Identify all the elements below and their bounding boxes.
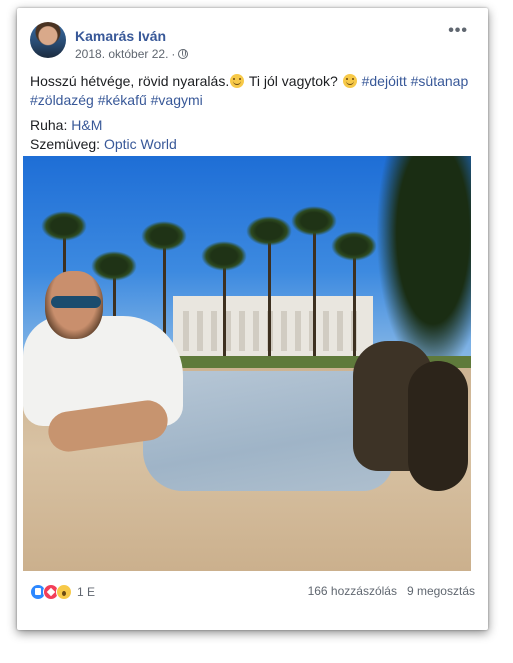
post-text-part1: Hosszú hétvége, rövid nyaralás. xyxy=(30,73,230,89)
palm-frond xyxy=(41,211,87,241)
post-card: Kamarás Iván 2018. október 22. · ••• Hos… xyxy=(17,8,488,630)
palm-frond xyxy=(331,231,377,261)
clothes-label: Ruha: xyxy=(30,117,68,133)
author-avatar[interactable] xyxy=(30,22,66,58)
wow-reaction-icon xyxy=(56,584,72,600)
reactions-summary[interactable]: 1 E xyxy=(30,584,95,600)
photo-sunglasses xyxy=(51,296,101,308)
palm-frond xyxy=(291,206,337,236)
reaction-count[interactable]: 1 E xyxy=(77,585,95,599)
palm-frond xyxy=(246,216,292,246)
meta-separator: · xyxy=(171,47,176,61)
palm-trunk xyxy=(313,221,316,376)
post-text: Hosszú hétvége, rövid nyaralás. Ti jól v… xyxy=(30,72,470,154)
smile-emoji-icon xyxy=(342,74,357,88)
more-options-icon[interactable]: ••• xyxy=(448,23,468,39)
post-footer: 1 E 166 hozzászólás 9 megosztás xyxy=(30,584,475,602)
glasses-link[interactable]: Optic World xyxy=(104,136,177,152)
hashtag-group-2[interactable]: #zöldazég #kékafű #vagymi xyxy=(30,92,203,108)
smile-emoji-icon xyxy=(230,74,245,88)
clothes-line: Ruha: H&M xyxy=(30,116,470,135)
post-text-line2: #zöldazég #kékafű #vagymi xyxy=(30,91,470,110)
photo-boot xyxy=(408,361,468,491)
globe-icon xyxy=(178,49,189,59)
post-meta: 2018. október 22. · xyxy=(75,47,189,61)
hashtag-group-1[interactable]: #dejóitt #sütanap xyxy=(362,73,469,89)
post-text-part2: Ti jól vagytok? xyxy=(245,73,338,89)
post-photo[interactable] xyxy=(23,156,471,571)
shares-count[interactable]: 9 megosztás xyxy=(407,584,475,598)
glasses-label: Szemüveg: xyxy=(30,136,101,152)
palm-trunk xyxy=(268,231,271,376)
palm-frond xyxy=(201,241,247,271)
palm-frond xyxy=(141,221,187,251)
post-stats: 166 hozzászólás 9 megosztás xyxy=(308,584,475,598)
glasses-line: Szemüveg: Optic World xyxy=(30,135,470,154)
comments-count[interactable]: 166 hozzászólás xyxy=(308,584,397,598)
post-text-line1: Hosszú hétvége, rövid nyaralás. Ti jól v… xyxy=(30,72,470,91)
clothes-link[interactable]: H&M xyxy=(71,117,102,133)
author-name[interactable]: Kamarás Iván xyxy=(75,28,166,44)
palm-frond xyxy=(91,251,137,281)
post-date[interactable]: 2018. október 22. xyxy=(75,47,168,61)
